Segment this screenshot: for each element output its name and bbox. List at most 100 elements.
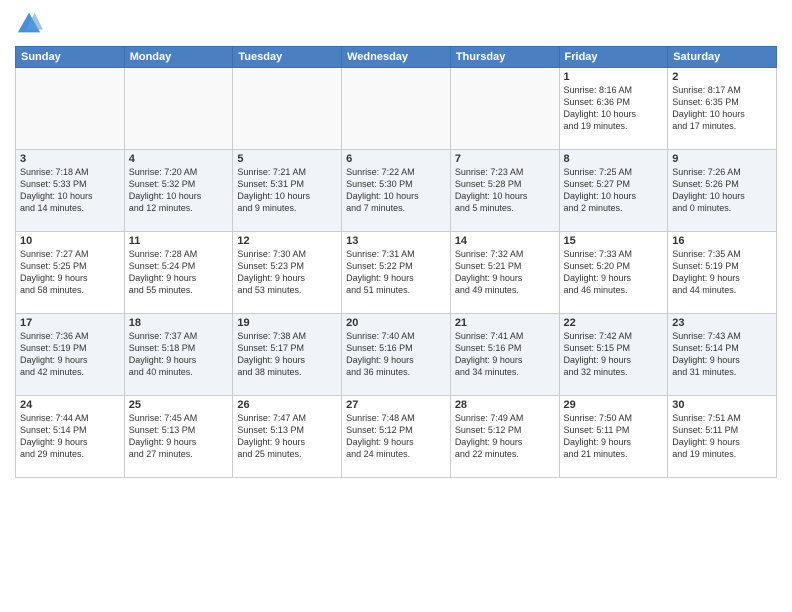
day-info: Sunrise: 7:33 AM Sunset: 5:20 PM Dayligh… [564,248,664,297]
day-info: Sunrise: 8:16 AM Sunset: 6:36 PM Dayligh… [564,84,664,133]
cell-w5-d7: 30Sunrise: 7:51 AM Sunset: 5:11 PM Dayli… [668,396,777,478]
day-number: 17 [20,317,120,329]
cell-w2-d6: 8Sunrise: 7:25 AM Sunset: 5:27 PM Daylig… [559,150,668,232]
day-number: 1 [564,71,664,83]
cell-w2-d2: 4Sunrise: 7:20 AM Sunset: 5:32 PM Daylig… [124,150,233,232]
header-saturday: Saturday [668,47,777,68]
day-number: 21 [455,317,555,329]
cell-w5-d6: 29Sunrise: 7:50 AM Sunset: 5:11 PM Dayli… [559,396,668,478]
cell-w3-d3: 12Sunrise: 7:30 AM Sunset: 5:23 PM Dayli… [233,232,342,314]
week-row-4: 17Sunrise: 7:36 AM Sunset: 5:19 PM Dayli… [16,314,777,396]
cell-w1-d2 [124,68,233,150]
week-row-3: 10Sunrise: 7:27 AM Sunset: 5:25 PM Dayli… [16,232,777,314]
day-info: Sunrise: 7:26 AM Sunset: 5:26 PM Dayligh… [672,166,772,215]
logo [15,10,47,38]
cell-w1-d5 [450,68,559,150]
header-sunday: Sunday [16,47,125,68]
day-info: Sunrise: 7:49 AM Sunset: 5:12 PM Dayligh… [455,412,555,461]
cell-w3-d5: 14Sunrise: 7:32 AM Sunset: 5:21 PM Dayli… [450,232,559,314]
cell-w1-d3 [233,68,342,150]
day-info: Sunrise: 7:43 AM Sunset: 5:14 PM Dayligh… [672,330,772,379]
day-info: Sunrise: 7:28 AM Sunset: 5:24 PM Dayligh… [129,248,229,297]
day-number: 20 [346,317,446,329]
week-row-5: 24Sunrise: 7:44 AM Sunset: 5:14 PM Dayli… [16,396,777,478]
cell-w4-d2: 18Sunrise: 7:37 AM Sunset: 5:18 PM Dayli… [124,314,233,396]
day-info: Sunrise: 7:27 AM Sunset: 5:25 PM Dayligh… [20,248,120,297]
day-number: 8 [564,153,664,165]
cell-w3-d2: 11Sunrise: 7:28 AM Sunset: 5:24 PM Dayli… [124,232,233,314]
day-number: 25 [129,399,229,411]
day-number: 29 [564,399,664,411]
day-info: Sunrise: 7:18 AM Sunset: 5:33 PM Dayligh… [20,166,120,215]
day-number: 11 [129,235,229,247]
cell-w4-d3: 19Sunrise: 7:38 AM Sunset: 5:17 PM Dayli… [233,314,342,396]
day-number: 14 [455,235,555,247]
day-info: Sunrise: 7:25 AM Sunset: 5:27 PM Dayligh… [564,166,664,215]
page: SundayMondayTuesdayWednesdayThursdayFrid… [0,0,792,612]
day-number: 28 [455,399,555,411]
header-tuesday: Tuesday [233,47,342,68]
day-info: Sunrise: 7:50 AM Sunset: 5:11 PM Dayligh… [564,412,664,461]
day-number: 18 [129,317,229,329]
day-info: Sunrise: 7:31 AM Sunset: 5:22 PM Dayligh… [346,248,446,297]
header-friday: Friday [559,47,668,68]
day-info: Sunrise: 7:44 AM Sunset: 5:14 PM Dayligh… [20,412,120,461]
day-number: 24 [20,399,120,411]
calendar-body: 1Sunrise: 8:16 AM Sunset: 6:36 PM Daylig… [16,68,777,478]
day-info: Sunrise: 7:30 AM Sunset: 5:23 PM Dayligh… [237,248,337,297]
day-number: 23 [672,317,772,329]
cell-w4-d4: 20Sunrise: 7:40 AM Sunset: 5:16 PM Dayli… [342,314,451,396]
cell-w5-d5: 28Sunrise: 7:49 AM Sunset: 5:12 PM Dayli… [450,396,559,478]
day-info: Sunrise: 7:22 AM Sunset: 5:30 PM Dayligh… [346,166,446,215]
day-number: 6 [346,153,446,165]
day-number: 13 [346,235,446,247]
day-number: 30 [672,399,772,411]
week-row-2: 3Sunrise: 7:18 AM Sunset: 5:33 PM Daylig… [16,150,777,232]
day-number: 12 [237,235,337,247]
cell-w4-d5: 21Sunrise: 7:41 AM Sunset: 5:16 PM Dayli… [450,314,559,396]
day-info: Sunrise: 7:35 AM Sunset: 5:19 PM Dayligh… [672,248,772,297]
calendar-header-row: SundayMondayTuesdayWednesdayThursdayFrid… [16,47,777,68]
cell-w5-d3: 26Sunrise: 7:47 AM Sunset: 5:13 PM Dayli… [233,396,342,478]
cell-w1-d6: 1Sunrise: 8:16 AM Sunset: 6:36 PM Daylig… [559,68,668,150]
day-number: 3 [20,153,120,165]
day-number: 10 [20,235,120,247]
cell-w1-d4 [342,68,451,150]
day-number: 15 [564,235,664,247]
day-info: Sunrise: 8:17 AM Sunset: 6:35 PM Dayligh… [672,84,772,133]
day-info: Sunrise: 7:36 AM Sunset: 5:19 PM Dayligh… [20,330,120,379]
cell-w5-d2: 25Sunrise: 7:45 AM Sunset: 5:13 PM Dayli… [124,396,233,478]
day-number: 4 [129,153,229,165]
cell-w2-d3: 5Sunrise: 7:21 AM Sunset: 5:31 PM Daylig… [233,150,342,232]
header-wednesday: Wednesday [342,47,451,68]
cell-w3-d4: 13Sunrise: 7:31 AM Sunset: 5:22 PM Dayli… [342,232,451,314]
day-info: Sunrise: 7:32 AM Sunset: 5:21 PM Dayligh… [455,248,555,297]
cell-w1-d1 [16,68,125,150]
header-monday: Monday [124,47,233,68]
day-number: 9 [672,153,772,165]
day-info: Sunrise: 7:42 AM Sunset: 5:15 PM Dayligh… [564,330,664,379]
day-info: Sunrise: 7:40 AM Sunset: 5:16 PM Dayligh… [346,330,446,379]
header-thursday: Thursday [450,47,559,68]
day-info: Sunrise: 7:23 AM Sunset: 5:28 PM Dayligh… [455,166,555,215]
logo-icon [15,10,43,38]
cell-w2-d1: 3Sunrise: 7:18 AM Sunset: 5:33 PM Daylig… [16,150,125,232]
cell-w4-d7: 23Sunrise: 7:43 AM Sunset: 5:14 PM Dayli… [668,314,777,396]
cell-w3-d6: 15Sunrise: 7:33 AM Sunset: 5:20 PM Dayli… [559,232,668,314]
day-info: Sunrise: 7:37 AM Sunset: 5:18 PM Dayligh… [129,330,229,379]
cell-w4-d1: 17Sunrise: 7:36 AM Sunset: 5:19 PM Dayli… [16,314,125,396]
header [15,10,777,38]
day-number: 22 [564,317,664,329]
day-number: 16 [672,235,772,247]
day-number: 19 [237,317,337,329]
week-row-1: 1Sunrise: 8:16 AM Sunset: 6:36 PM Daylig… [16,68,777,150]
day-number: 26 [237,399,337,411]
day-number: 27 [346,399,446,411]
day-info: Sunrise: 7:41 AM Sunset: 5:16 PM Dayligh… [455,330,555,379]
cell-w3-d7: 16Sunrise: 7:35 AM Sunset: 5:19 PM Dayli… [668,232,777,314]
day-info: Sunrise: 7:48 AM Sunset: 5:12 PM Dayligh… [346,412,446,461]
day-info: Sunrise: 7:21 AM Sunset: 5:31 PM Dayligh… [237,166,337,215]
cell-w1-d7: 2Sunrise: 8:17 AM Sunset: 6:35 PM Daylig… [668,68,777,150]
day-info: Sunrise: 7:47 AM Sunset: 5:13 PM Dayligh… [237,412,337,461]
cell-w4-d6: 22Sunrise: 7:42 AM Sunset: 5:15 PM Dayli… [559,314,668,396]
